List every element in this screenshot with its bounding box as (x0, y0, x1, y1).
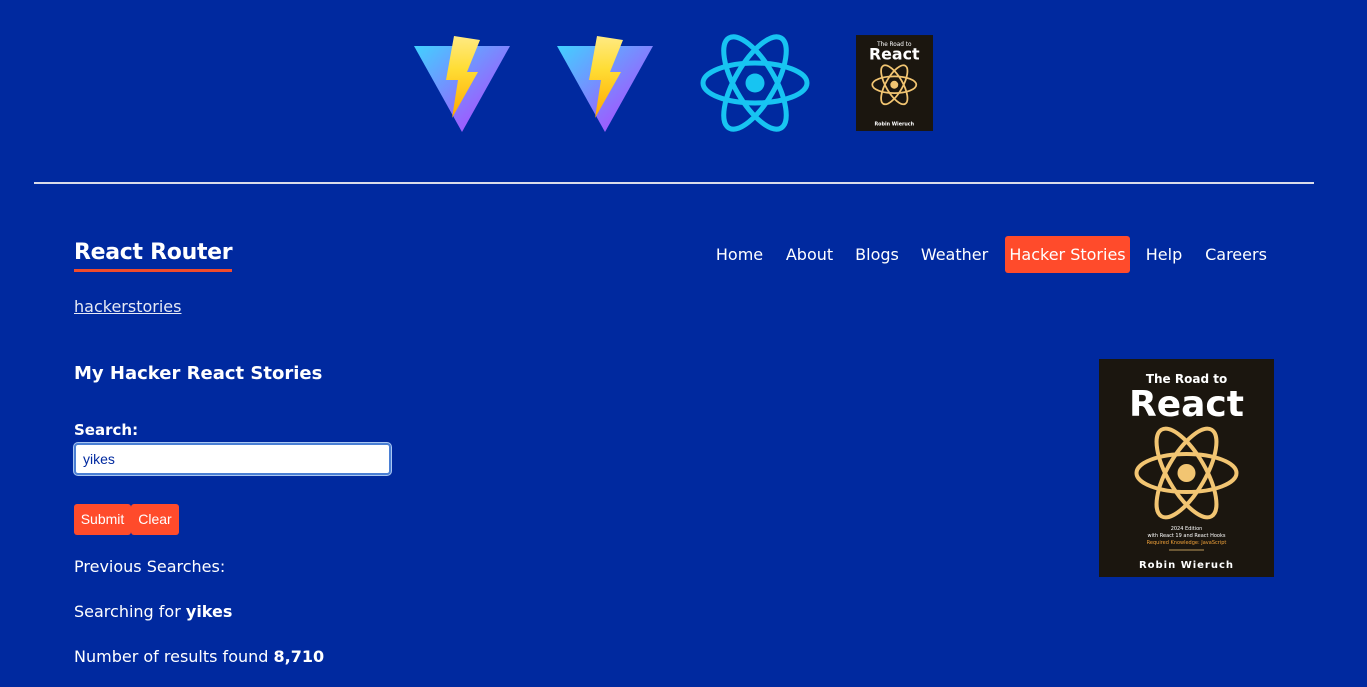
nav-help[interactable]: Help (1138, 236, 1190, 273)
nav-weather[interactable]: Weather (912, 236, 997, 273)
searching-term: yikes (185, 602, 233, 621)
page-title: My Hacker React Stories (74, 363, 323, 384)
book-author: Robin Wieruch (1139, 560, 1234, 571)
book-subtitle: with React 19 and React Hooks (1148, 533, 1226, 539)
book-required: Required Knowledge: JavaScript (1147, 540, 1227, 546)
searching-prefix: Searching for (74, 602, 181, 621)
main-nav: Home About Blogs Weather Hacker Stories … (0, 236, 1367, 273)
road-to-react-book-cover[interactable]: The Road to React 2024 Edition with Reac… (1099, 359, 1274, 577)
road-to-react-book-icon[interactable]: The Road to React Robin Wieruch (856, 35, 933, 131)
submit-button[interactable]: Submit (74, 504, 131, 535)
results-prefix: Number of results found (74, 647, 269, 666)
nav-home[interactable]: Home (707, 236, 772, 273)
nav-careers[interactable]: Careers (1195, 236, 1277, 273)
logo-strip: The Road to React Robin Wieruch (0, 32, 1367, 134)
searching-for-text: Searching for yikes (74, 601, 232, 623)
results-count: 8,710 (273, 647, 325, 666)
book-edition: 2024 Edition (1171, 526, 1203, 532)
book-title-big: React (1129, 384, 1244, 425)
previous-searches-label: Previous Searches: (74, 557, 226, 576)
nav-blogs[interactable]: Blogs (847, 236, 907, 273)
results-count-text: Number of results found 8,710 (74, 646, 324, 668)
vite-icon[interactable] (555, 32, 655, 132)
nav-about[interactable]: About (777, 236, 842, 273)
header-divider (34, 182, 1314, 184)
svg-text:React: React (869, 45, 920, 64)
vite-icon[interactable] (412, 32, 512, 132)
breadcrumb-link[interactable]: hackerstories (74, 296, 181, 318)
search-label: Search: (74, 421, 139, 439)
search-input[interactable] (74, 443, 391, 475)
react-icon[interactable] (698, 32, 812, 134)
svg-text:Robin Wieruch: Robin Wieruch (874, 122, 914, 128)
nav-hacker-stories[interactable]: Hacker Stories (1005, 236, 1130, 273)
clear-button[interactable]: Clear (131, 504, 179, 535)
